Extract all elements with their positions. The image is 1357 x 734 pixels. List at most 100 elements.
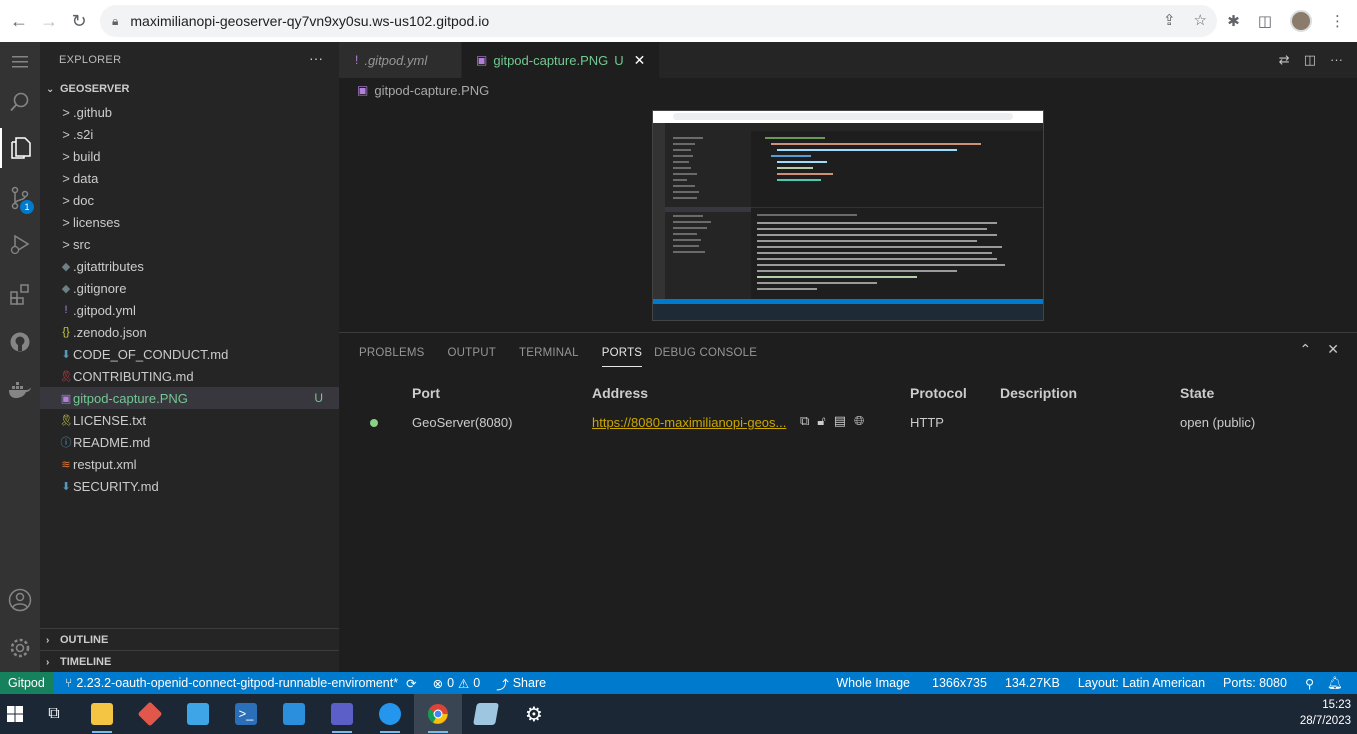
panel-tab-terminal[interactable]: TERMINAL	[519, 343, 590, 367]
chrome-menu-icon[interactable]: ⋮	[1330, 12, 1345, 30]
image-size: 134.27KB	[1004, 676, 1060, 690]
tab-gitpod-capture[interactable]: ▣ gitpod-capture.PNG U ✕	[462, 42, 661, 78]
sync-icon[interactable]: ⟳	[406, 676, 416, 691]
git-tool-icon[interactable]	[126, 694, 174, 734]
port-state: open (public)	[1180, 415, 1256, 430]
panel-tab-problems[interactable]: PROBLEMS	[359, 343, 436, 367]
image-preview[interactable]	[652, 110, 1044, 321]
github-icon[interactable]	[0, 322, 40, 362]
folder-item[interactable]: > licenses	[40, 211, 339, 233]
account-icon[interactable]	[0, 580, 40, 620]
chrome-icon[interactable]	[414, 694, 462, 734]
split-editor-icon[interactable]: ◫	[1304, 52, 1316, 68]
file-item[interactable]: ⬇ CODE_OF_CONDUCT.md	[40, 343, 339, 365]
timeline-section[interactable]: › TIMELINE	[40, 650, 339, 673]
extensions-puzzle-icon[interactable]: ✱	[1227, 12, 1240, 30]
port-label[interactable]: GeoServer(8080)	[412, 415, 512, 430]
docker-icon[interactable]	[0, 370, 40, 410]
panel-tab-debug-console[interactable]: DEBUG CONSOLE	[654, 343, 768, 367]
share-button[interactable]: ⤴ Share	[490, 672, 552, 694]
column-header-port[interactable]: Port	[412, 385, 440, 401]
extensions-icon[interactable]	[0, 274, 40, 314]
globe-icon[interactable]: 🌐︎	[854, 413, 864, 429]
panel-tab-ports[interactable]: PORTS	[601, 343, 643, 367]
file-explorer-icon[interactable]	[78, 694, 126, 734]
forward-arrow-icon[interactable]: →	[34, 6, 64, 36]
column-header-protocol[interactable]: Protocol	[910, 385, 967, 401]
breadcrumb[interactable]: ▣ gitpod-capture.PNG	[357, 80, 489, 100]
windows-start-icon[interactable]	[0, 694, 30, 734]
lock-icon[interactable]: 🔒︎	[112, 14, 118, 29]
tab-gitpod-yml[interactable]: ! .gitpod.yml	[339, 42, 462, 78]
azure-data-icon[interactable]	[174, 694, 222, 734]
reload-icon[interactable]: ↻	[64, 6, 94, 36]
notes-app-icon[interactable]	[462, 694, 510, 734]
run-debug-icon[interactable]	[0, 224, 40, 264]
profile-avatar[interactable]	[1290, 10, 1312, 32]
outline-section[interactable]: › OUTLINE	[40, 628, 339, 651]
open-changes-icon[interactable]: ⇄	[1279, 52, 1290, 68]
column-header-description[interactable]: Description	[1000, 385, 1077, 401]
file-item[interactable]: ◆ .gitignore	[40, 277, 339, 299]
file-item[interactable]: {} .zenodo.json	[40, 321, 339, 343]
file-item[interactable]: ⬇ SECURITY.md	[40, 475, 339, 497]
bookmark-star-icon[interactable]: ☆	[1194, 11, 1207, 29]
notifications-bell-icon[interactable]: 🔔︎	[1323, 672, 1347, 694]
copy-icon[interactable]: ⧉	[800, 413, 809, 429]
maximize-panel-icon[interactable]: ⌃	[1300, 341, 1312, 358]
teams-icon[interactable]	[318, 694, 366, 734]
system-clock[interactable]: 15:23 28/7/2023	[1300, 697, 1351, 729]
workspace-root-header[interactable]: ⌄ GEOSERVER	[40, 77, 339, 101]
file-item[interactable]: 🎗 LICENSE.txt	[40, 409, 339, 431]
search-icon[interactable]	[0, 82, 40, 122]
powershell-icon[interactable]: >_	[222, 694, 270, 734]
column-header-state[interactable]: State	[1180, 385, 1214, 401]
task-view-icon[interactable]: ⧉	[30, 694, 78, 734]
feedback-icon[interactable]: ⚲	[1296, 672, 1323, 694]
settings-gear-icon[interactable]	[0, 628, 40, 668]
vscode-icon[interactable]	[270, 694, 318, 734]
file-item[interactable]: ! .gitpod.yml	[40, 299, 339, 321]
port-address-link[interactable]: https://8080-maximilianopi-geos...	[592, 415, 786, 430]
docker-desktop-icon[interactable]	[366, 694, 414, 734]
problems-indicator[interactable]: ⊗ 0 ⚠ 0	[427, 672, 487, 694]
side-panel-icon[interactable]: ◫	[1258, 12, 1272, 30]
share-icon: ⤴	[496, 677, 509, 692]
folder-item[interactable]: > .s2i	[40, 123, 339, 145]
explorer-files-icon[interactable]	[0, 128, 40, 168]
more-actions-icon[interactable]: ···	[1330, 52, 1343, 68]
file-item[interactable]: ⓘ README.md	[40, 431, 339, 453]
file-type-icon: ⓘ	[60, 437, 72, 449]
folder-item[interactable]: > .github	[40, 101, 339, 123]
error-icon: ⊗	[432, 676, 444, 691]
image-view-mode[interactable]: Whole Image	[823, 672, 923, 694]
open-preview-icon[interactable]: ▤	[834, 413, 846, 429]
menu-hamburger-icon[interactable]	[0, 42, 40, 82]
remote-indicator[interactable]: Gitpod	[0, 672, 53, 694]
keyboard-layout[interactable]: Layout: Latin American	[1069, 672, 1214, 694]
git-branch[interactable]: ⑂ 2.23.2-oauth-openid-connect-gitpod-run…	[59, 672, 423, 694]
close-panel-icon[interactable]: ✕	[1327, 341, 1339, 358]
settings-gear-icon[interactable]: ⚙	[510, 694, 558, 734]
ports-indicator[interactable]: Ports: 8080	[1214, 672, 1296, 694]
share-icon[interactable]: ⇪	[1163, 11, 1176, 29]
folder-item[interactable]: > src	[40, 233, 339, 255]
close-icon[interactable]: ✕	[634, 52, 646, 69]
panel-tab-output[interactable]: OUTPUT	[448, 343, 507, 367]
source-control-icon[interactable]: 1	[0, 178, 40, 218]
file-item[interactable]: ◆ .gitattributes	[40, 255, 339, 277]
unlock-icon[interactable]: 🔓︎	[817, 413, 825, 429]
timeline-label: TIMELINE	[60, 656, 112, 668]
folder-item[interactable]: > doc	[40, 189, 339, 211]
file-item[interactable]: ▣ gitpod-capture.PNG U	[40, 387, 339, 409]
back-arrow-icon[interactable]: ←	[4, 6, 34, 36]
more-actions-icon[interactable]: ···	[309, 50, 323, 66]
folder-item[interactable]: > build	[40, 145, 339, 167]
folder-item[interactable]: > data	[40, 167, 339, 189]
file-item[interactable]: 🎗 CONTRIBUTING.md	[40, 365, 339, 387]
url-text[interactable]: maximilianopi-geoserver-qy7vn9xy0su.ws-u…	[130, 13, 489, 29]
file-item[interactable]: ≋ restput.xml	[40, 453, 339, 475]
column-header-address[interactable]: Address	[592, 385, 648, 401]
address-bar[interactable]: 🔒︎ maximilianopi-geoserver-qy7vn9xy0su.w…	[100, 5, 1217, 37]
file-type-icon: ⬇	[61, 480, 71, 493]
